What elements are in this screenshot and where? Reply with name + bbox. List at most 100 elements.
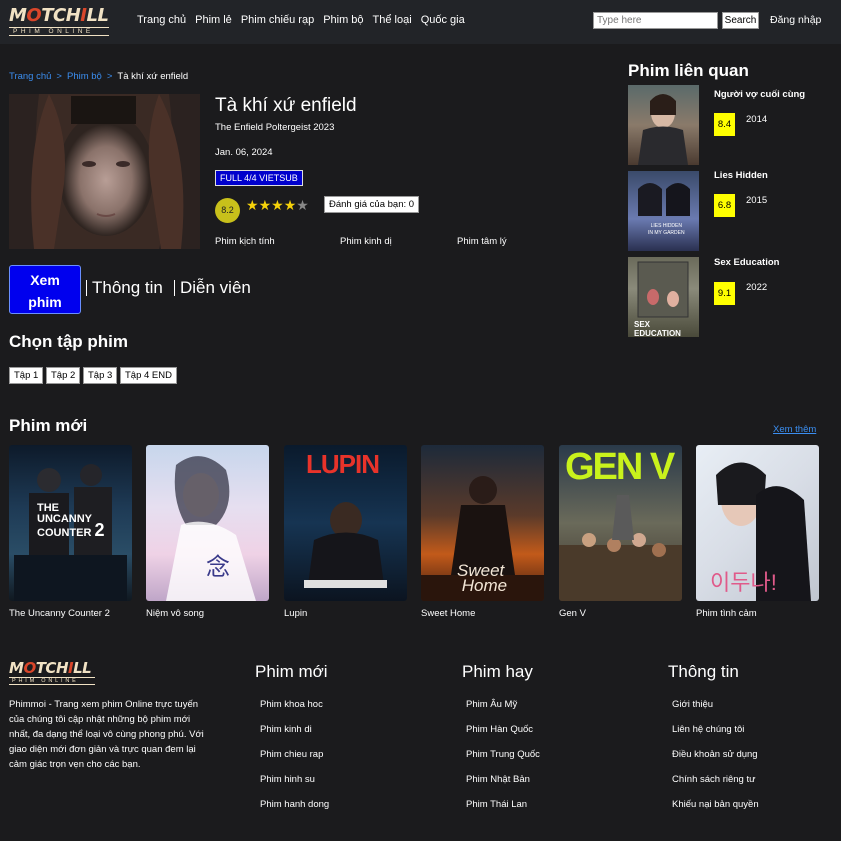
nav-single-movies[interactable]: Phim lẻ	[195, 14, 232, 26]
star-icon[interactable]: ★	[246, 197, 259, 213]
main-nav: Trang chủ Phim lẻ Phim chiếu rạp Phim bộ…	[137, 14, 474, 26]
episode-button[interactable]: Tập 1	[9, 367, 44, 384]
poster-text: SEX EDUCATION	[634, 320, 681, 337]
movie-card-title[interactable]: Phim tình cảm	[696, 608, 757, 619]
footer-link[interactable]: Phim Nhật Bản	[466, 774, 530, 785]
footer-link[interactable]: Phim hanh dong	[260, 799, 329, 810]
footer-logo[interactable]: MOTCHILL PHIM ONLINE	[9, 660, 99, 686]
footer-link[interactable]: Phim hinh su	[260, 774, 315, 785]
related-title[interactable]: Lies Hidden	[714, 170, 768, 181]
episode-button[interactable]: Tập 4 END	[120, 367, 177, 384]
tab-divider	[174, 280, 175, 296]
breadcrumb: Trang chủ > Phim bộ > Tà khí xứ enfield	[9, 71, 188, 82]
new-movies-heading: Phim mới	[9, 416, 88, 435]
breadcrumb-separator: >	[106, 71, 113, 82]
related-score-badge: 6.8	[714, 194, 735, 217]
episodes-heading: Chọn tập phim	[9, 332, 128, 351]
movie-card-title[interactable]: The Uncanny Counter 2	[9, 608, 110, 619]
movie-card-title[interactable]: Gen V	[559, 608, 586, 619]
score-badge: 8.2	[215, 198, 240, 223]
related-poster[interactable]: SEX EDUCATION	[628, 257, 699, 337]
genre-tag[interactable]: Phim tâm lý	[457, 236, 507, 247]
search-button[interactable]: Search	[722, 12, 759, 29]
footer-col-title: Thông tin	[668, 662, 739, 681]
footer-link[interactable]: Giới thiệu	[672, 699, 713, 710]
top-header: MOTCHILL PHIM ONLINE Trang chủ Phim lẻ P…	[0, 0, 841, 44]
breadcrumb-home[interactable]: Trang chủ	[9, 71, 51, 82]
tab-divider	[86, 280, 87, 296]
star-icon[interactable]: ★	[271, 197, 284, 213]
movie-release-date: Jan. 06, 2024	[215, 147, 273, 158]
footer-link[interactable]: Phim khoa hoc	[260, 699, 323, 710]
related-title[interactable]: Sex Education	[714, 257, 779, 268]
poster-text: Sweet Home	[457, 561, 508, 595]
breadcrumb-current: Tà khí xứ enfield	[117, 71, 189, 82]
watch-label-1: Xem	[30, 272, 60, 288]
footer-link[interactable]: Chính sách riêng tư	[672, 774, 755, 785]
user-rating-box[interactable]: Đánh giá của bạn: 0	[324, 196, 420, 213]
footer-link[interactable]: Phim Âu Mỹ	[466, 699, 517, 710]
logo-wordmark: MOTCHILL	[9, 5, 109, 26]
movie-original-title: The Enfield Poltergeist 2023	[215, 122, 335, 133]
footer-link[interactable]: Điều khoản sử dụng	[672, 749, 758, 760]
related-year: 2022	[746, 282, 768, 293]
related-year: 2015	[746, 195, 768, 206]
poster-text: THE UNCANNY COUNTER 2	[37, 502, 105, 540]
poster-text: 이두나!	[710, 570, 777, 595]
footer-link[interactable]: Phim Hàn Quốc	[466, 724, 533, 735]
login-link[interactable]: Đăng nhập	[770, 14, 821, 26]
episode-button[interactable]: Tập 2	[46, 367, 81, 384]
movie-card-poster[interactable]: THE UNCANNY COUNTER 2	[9, 445, 132, 601]
breadcrumb-separator: >	[56, 71, 62, 82]
movie-card-title[interactable]: Lupin	[284, 608, 307, 619]
related-year: 2014	[746, 114, 768, 125]
related-score-badge: 9.1	[714, 282, 735, 305]
genre-tag[interactable]: Phim kịch tính	[215, 236, 275, 247]
footer-link[interactable]: Phim Thái Lan	[466, 799, 527, 810]
related-score-badge: 8.4	[714, 113, 735, 136]
svg-text:念: 念	[206, 553, 230, 581]
footer-link[interactable]: Phim kinh di	[260, 724, 312, 735]
see-more-link[interactable]: Xem thêm	[773, 424, 816, 435]
footer-link[interactable]: Liên hệ chúng tôi	[672, 724, 744, 735]
footer-link[interactable]: Khiếu nại bản quyền	[672, 799, 759, 810]
logo-tagline: PHIM ONLINE	[9, 677, 95, 685]
movie-card-poster[interactable]: Sweet Home	[421, 445, 544, 601]
star-icon[interactable]: ★	[284, 197, 297, 213]
movie-title: Tà khí xứ enfield	[215, 95, 357, 116]
poster-text: LUPIN	[306, 449, 380, 479]
related-poster[interactable]	[628, 85, 699, 165]
related-title[interactable]: Người vợ cuối cùng	[714, 89, 805, 100]
star-empty-icon[interactable]: ★	[296, 197, 309, 213]
episode-button[interactable]: Tập 3	[83, 367, 118, 384]
tab-cast[interactable]: Diễn viên	[180, 278, 251, 298]
footer-link[interactable]: Phim chieu rap	[260, 749, 323, 760]
movie-card-poster[interactable]: LUPIN	[284, 445, 407, 601]
nav-home[interactable]: Trang chủ	[137, 14, 186, 26]
movie-card-poster[interactable]: 念	[146, 445, 269, 601]
nav-genres[interactable]: Thể loại	[373, 14, 412, 26]
movie-card-title[interactable]: Sweet Home	[421, 608, 475, 619]
footer-col-title: Phim mới	[255, 662, 328, 681]
movie-card-poster[interactable]: 이두나!	[696, 445, 819, 601]
nav-cinema-movies[interactable]: Phim chiếu rạp	[241, 14, 314, 26]
footer-link[interactable]: Phim Trung Quốc	[466, 749, 540, 760]
movie-card-poster[interactable]: GEN V	[559, 445, 682, 601]
nav-series[interactable]: Phim bộ	[323, 14, 363, 26]
watch-movie-button[interactable]: Xem phim	[9, 265, 81, 314]
breadcrumb-series[interactable]: Phim bộ	[67, 71, 102, 82]
genre-tag[interactable]: Phim kinh dị	[340, 236, 392, 247]
star-icon[interactable]: ★	[259, 197, 272, 213]
site-logo[interactable]: MOTCHILL PHIM ONLINE	[9, 6, 121, 36]
movie-card-title[interactable]: Niệm vô song	[146, 608, 204, 619]
status-badge: FULL 4/4 VIETSUB	[215, 170, 303, 186]
poster-text: GEN V	[565, 446, 675, 488]
nav-countries[interactable]: Quốc gia	[421, 14, 465, 26]
related-heading: Phim liên quan	[628, 61, 749, 80]
footer-description: Phimmoi - Trang xem phim Online trực tuy…	[9, 699, 204, 770]
movie-poster	[9, 94, 200, 249]
related-poster[interactable]: LIES HIDDEN IN MY GARDEN	[628, 171, 699, 251]
tab-info[interactable]: Thông tin	[92, 278, 163, 298]
star-rating[interactable]: ★★★★★	[246, 197, 309, 214]
search-input[interactable]	[593, 12, 718, 29]
